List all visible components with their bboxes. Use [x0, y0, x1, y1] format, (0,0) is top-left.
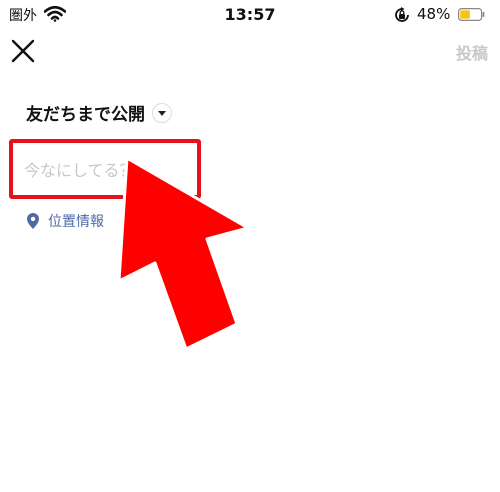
close-button[interactable]	[10, 38, 36, 64]
location-pin-icon	[27, 213, 39, 229]
post-button[interactable]: 投稿	[456, 40, 488, 64]
location-label: 位置情報	[48, 214, 104, 230]
status-bar: 圏外 13:57 48%	[0, 0, 500, 30]
hint-arrow-icon	[117, 156, 250, 351]
location-button[interactable]: 位置情報	[27, 211, 104, 231]
status-text-input[interactable]: 今なにしてる？	[9, 139, 201, 199]
rotation-lock-icon	[395, 7, 409, 22]
audience-selector[interactable]: 友だちまで公開	[26, 100, 172, 125]
battery-icon	[458, 8, 485, 21]
battery-percent: 48%	[417, 5, 451, 23]
chevron-down-icon	[152, 102, 172, 123]
close-icon	[11, 39, 35, 63]
audience-label: 友だちまで公開	[26, 105, 145, 125]
